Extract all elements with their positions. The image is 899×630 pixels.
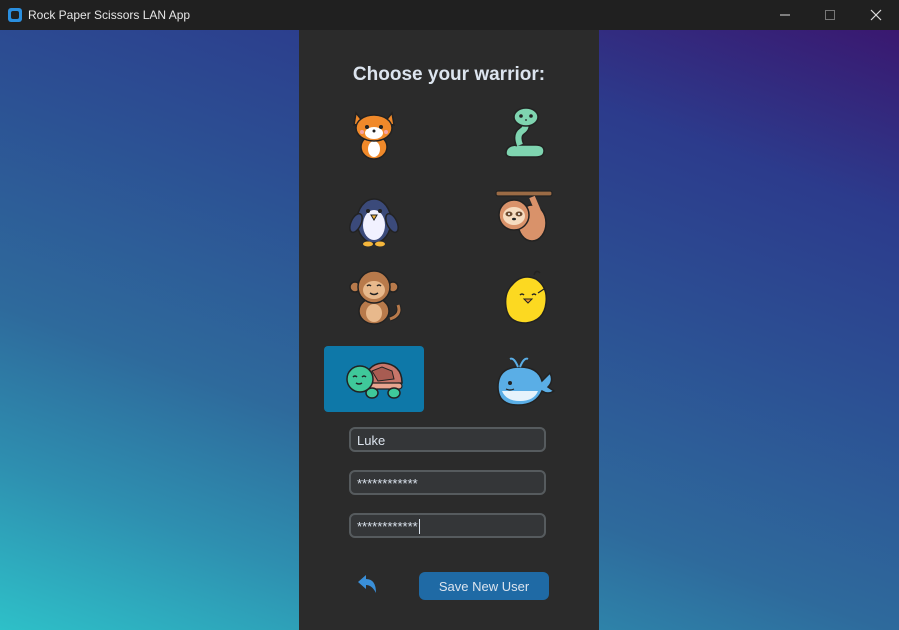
avatar-fox[interactable] (324, 100, 424, 166)
close-button[interactable] (853, 0, 899, 30)
turtle-icon (346, 362, 403, 399)
app-icon (8, 8, 22, 22)
avatar-turtle[interactable] (324, 346, 424, 412)
fox-icon (353, 111, 395, 160)
snake-icon (505, 107, 545, 158)
minimize-button[interactable] (762, 0, 808, 30)
close-icon (870, 9, 882, 21)
whale-icon (497, 357, 556, 406)
avatar-snake[interactable] (474, 100, 574, 166)
save-new-user-button[interactable]: Save New User (419, 572, 549, 600)
penguin-icon (349, 198, 399, 247)
password-field[interactable]: ************ (349, 470, 546, 495)
back-arrow-icon (358, 575, 376, 593)
back-button[interactable] (354, 571, 380, 597)
window-title: Rock Paper Scissors LAN App (28, 8, 191, 22)
signup-panel: Choose your warrior: Luke ************ *… (299, 30, 599, 630)
avatar-monkey[interactable] (324, 264, 424, 330)
avatar-penguin[interactable] (324, 184, 424, 250)
confirm-password-field[interactable]: ************ (349, 513, 546, 538)
password-value: ************ (357, 476, 418, 491)
avatar-sloth[interactable] (474, 184, 574, 250)
choose-warrior-heading: Choose your warrior: (352, 64, 546, 85)
window-titlebar: Rock Paper Scissors LAN App (0, 0, 899, 30)
minimize-icon (780, 14, 790, 16)
confirm-password-value: ************ (357, 519, 418, 534)
chick-icon (504, 270, 548, 324)
text-caret (418, 519, 420, 534)
maximize-icon (825, 10, 835, 20)
avatar-whale[interactable] (474, 346, 574, 412)
maximize-button[interactable] (807, 0, 853, 30)
avatar-chick[interactable] (474, 264, 574, 330)
sloth-icon (495, 190, 553, 242)
monkey-icon (349, 270, 402, 325)
username-field[interactable]: Luke (349, 427, 546, 452)
username-value: Luke (357, 433, 386, 448)
